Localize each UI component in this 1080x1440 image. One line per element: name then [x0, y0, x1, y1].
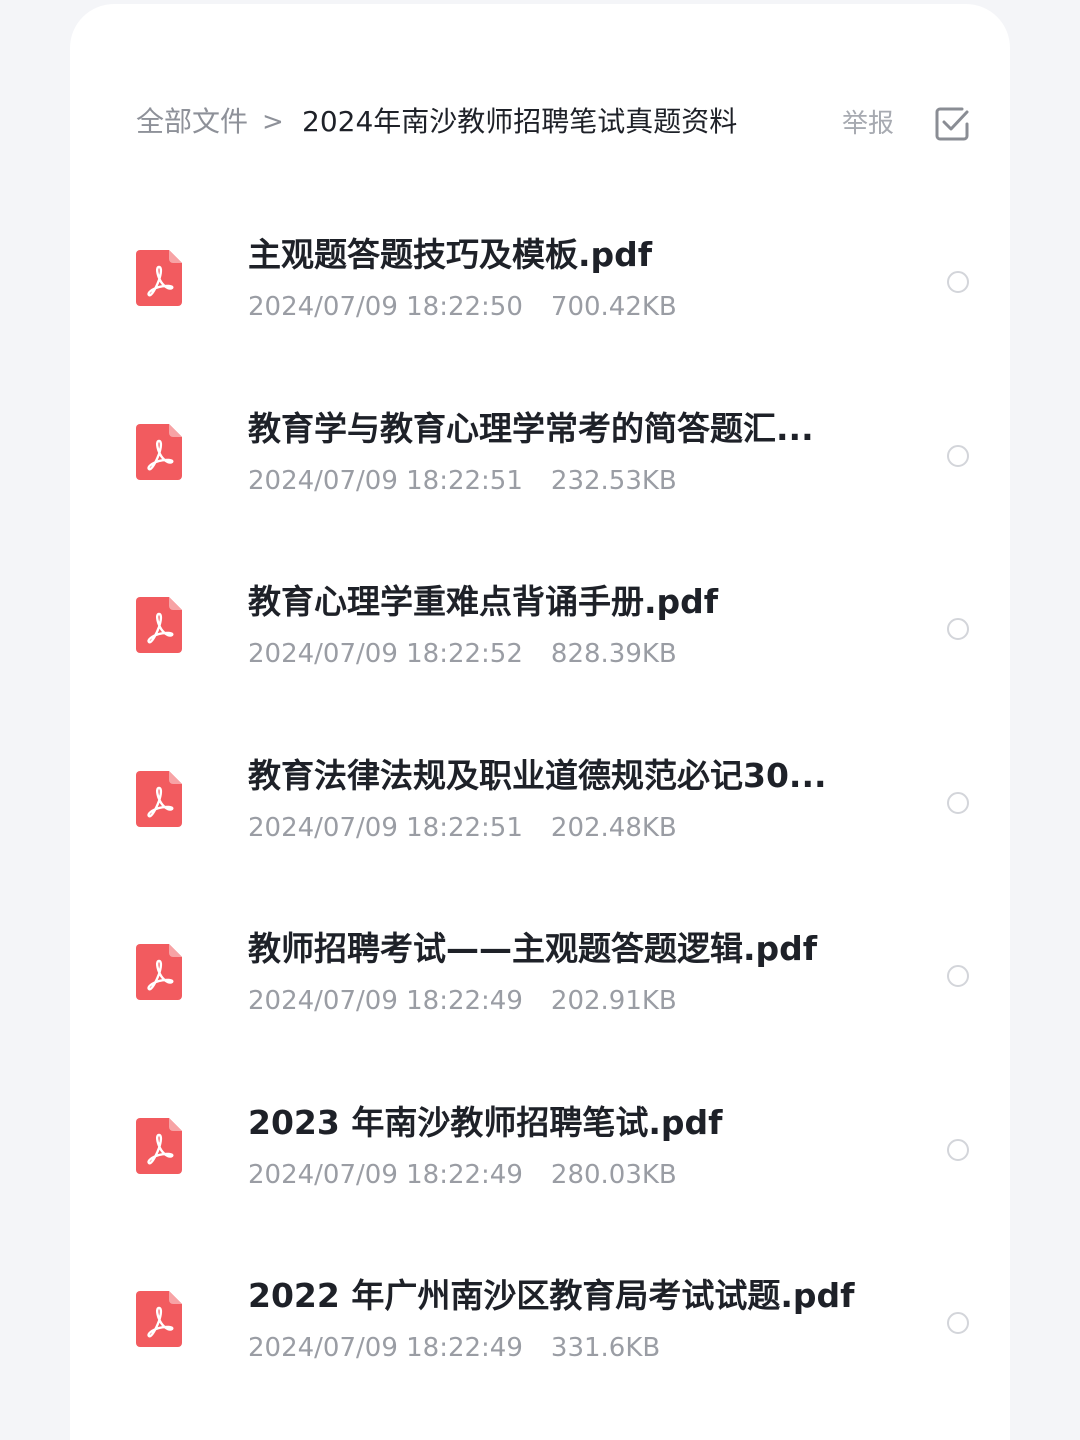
file-size: 828.39KB [550, 639, 677, 669]
report-button[interactable]: 举报 [842, 104, 894, 144]
file-size: 280.03KB [550, 1159, 677, 1190]
file-size: 232.53KB [550, 465, 677, 496]
file-row[interactable]: 教育心理学重难点背诵手册.pdf 2024/07/09 18:22:52 828.… [0, 543, 1080, 717]
file-meta: 2024/07/09 18:22:50 700.42KB [248, 288, 677, 326]
select-radio[interactable] [947, 271, 969, 293]
pdf-icon [136, 250, 182, 306]
select-radio[interactable] [947, 965, 969, 987]
pdf-icon [136, 1291, 182, 1347]
select-radio[interactable] [947, 1138, 969, 1161]
file-name: 教育学与教育心理学常考的简答题汇... [248, 408, 814, 448]
select-radio[interactable] [947, 791, 969, 814]
file-date: 2024/07/09 18:22:51 [248, 465, 523, 496]
select-radio[interactable] [947, 1312, 969, 1334]
pdf-icon [136, 944, 182, 1000]
file-name: 2023 年南沙教师招聘笔试.pdf [248, 1102, 723, 1142]
file-size: 202.48KB [550, 812, 677, 843]
file-name: 主观题答题技巧及模板.pdf [248, 235, 653, 274]
breadcrumb-current-folder: 2024年南沙教师招聘笔试真题资料 [302, 105, 738, 138]
file-row[interactable]: 教师招聘考试——主观题答题逻辑.pdf 2024/07/09 18:22:49 2… [0, 890, 1080, 1064]
file-meta: 2024/07/09 18:22:51 232.53KB [248, 462, 677, 500]
file-meta: 2024/07/09 18:22:51 202.48KB [248, 809, 677, 847]
file-browser-page: 全部文件 > 2024年南沙教师招聘笔试真题资料 举报 主观题答题技巧及模板.p… [0, 0, 1080, 1440]
file-list: 主观题答题技巧及模板.pdf 2024/07/09 18:22:50 700.42… [0, 196, 1080, 1411]
pdf-icon [136, 770, 182, 827]
file-meta: 2024/07/09 18:22:49 331.6KB [248, 1329, 660, 1367]
file-row[interactable]: 教育学与教育心理学常考的简答题汇... 2024/07/09 18:22:51 2… [0, 370, 1080, 544]
file-name: 教育心理学重难点背诵手册.pdf [248, 582, 719, 621]
file-row[interactable]: 2023 年南沙教师招聘笔试.pdf 2024/07/09 18:22:49 28… [0, 1064, 1080, 1238]
breadcrumb-root[interactable]: 全部文件 [136, 102, 248, 142]
file-row[interactable]: 主观题答题技巧及模板.pdf 2024/07/09 18:22:50 700.42… [0, 196, 1080, 370]
breadcrumb-separator: > [262, 107, 284, 137]
file-name: 教育法律法规及职业道德规范必记30... [248, 755, 827, 795]
file-date: 2024/07/09 18:22:49 [248, 1333, 523, 1363]
file-size: 202.91KB [550, 986, 677, 1016]
select-radio[interactable] [947, 618, 969, 640]
file-date: 2024/07/09 18:22:49 [248, 1159, 523, 1190]
file-date: 2024/07/09 18:22:51 [248, 812, 523, 843]
file-date: 2024/07/09 18:22:49 [248, 986, 523, 1016]
select-radio[interactable] [947, 444, 969, 467]
pdf-icon [136, 423, 182, 480]
file-name: 教师招聘考试——主观题答题逻辑.pdf [248, 929, 818, 968]
file-date: 2024/07/09 18:22:50 [248, 292, 523, 322]
file-meta: 2024/07/09 18:22:49 202.91KB [248, 982, 677, 1020]
file-date: 2024/07/09 18:22:52 [248, 639, 523, 669]
file-size: 331.6KB [550, 1333, 661, 1363]
pdf-icon [136, 1117, 182, 1174]
file-meta: 2024/07/09 18:22:52 828.39KB [248, 635, 677, 673]
file-row[interactable]: 2022 年广州南沙区教育局考试试题.pdf 2024/07/09 18:22:… [0, 1237, 1080, 1411]
file-name: 2022 年广州南沙区教育局考试试题.pdf [248, 1276, 855, 1315]
pdf-icon [136, 597, 182, 653]
file-meta: 2024/07/09 18:22:49 280.03KB [248, 1156, 677, 1194]
header-bar: 全部文件 > 2024年南沙教师招聘笔试真题资料 举报 [136, 92, 976, 152]
file-size: 700.42KB [550, 292, 677, 322]
file-row[interactable]: 教育法律法规及职业道德规范必记30... 2024/07/09 18:22:51… [0, 717, 1080, 891]
checkbox-check-icon[interactable] [932, 104, 972, 144]
